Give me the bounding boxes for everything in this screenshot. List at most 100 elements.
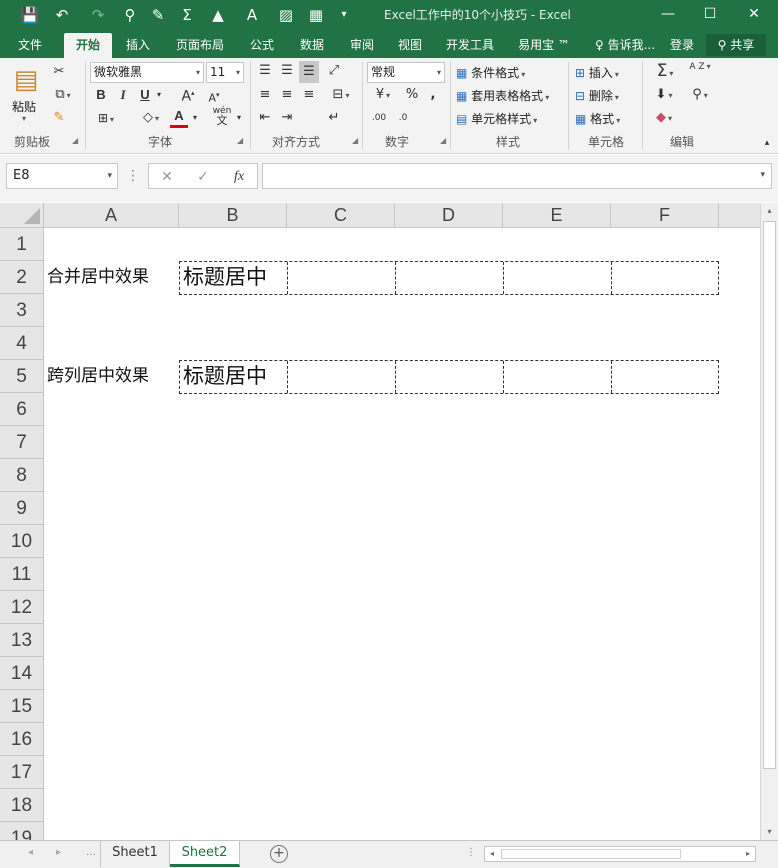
expand-formula-icon[interactable]: ▾ bbox=[760, 170, 765, 180]
tab-home[interactable]: 开始 bbox=[64, 33, 112, 58]
collapse-ribbon-icon[interactable]: ▴ bbox=[760, 134, 774, 152]
paste-dropdown-icon[interactable]: ▾ bbox=[22, 114, 26, 123]
row-header-9[interactable]: 9 bbox=[0, 492, 44, 525]
scroll-up-icon[interactable]: ▴ bbox=[761, 203, 778, 219]
cell-b5[interactable]: 标题居中 bbox=[183, 360, 267, 393]
font-launcher-icon[interactable]: ◢ bbox=[237, 136, 243, 145]
align-center-icon[interactable]: ≡ bbox=[278, 86, 296, 104]
column-header-c[interactable]: C bbox=[287, 203, 395, 228]
save-icon[interactable]: 💾 bbox=[18, 4, 42, 26]
row-header-5[interactable]: 5 bbox=[0, 360, 44, 393]
decrease-decimal-button[interactable]: .0 bbox=[392, 109, 414, 127]
cell-a5[interactable]: 跨列居中效果 bbox=[47, 360, 149, 393]
minimize-button[interactable]: — bbox=[648, 0, 688, 30]
vertical-scrollbar[interactable]: ▴ ▾ bbox=[760, 203, 778, 840]
align-left-icon[interactable]: ≡ bbox=[256, 86, 274, 104]
prev-sheet-icon[interactable]: ◂ bbox=[28, 847, 33, 858]
row-header-4[interactable]: 4 bbox=[0, 327, 44, 360]
font-name-select[interactable]: 微软雅黑 ▾ bbox=[90, 62, 204, 83]
italic-button[interactable]: I bbox=[116, 86, 130, 104]
delete-cells-button[interactable]: ⊟ 删除 ▾ bbox=[575, 87, 619, 104]
tab-insert[interactable]: 插入 bbox=[116, 33, 160, 58]
decrease-indent-icon[interactable]: ⇤ bbox=[256, 109, 274, 127]
underline-button[interactable]: U bbox=[138, 86, 152, 104]
row-header-8[interactable]: 8 bbox=[0, 459, 44, 492]
column-header-b[interactable]: B bbox=[179, 203, 287, 228]
column-header-g[interactable] bbox=[719, 203, 760, 228]
row-header-2[interactable]: 2 bbox=[0, 261, 44, 294]
align-middle-icon[interactable]: ☰ bbox=[278, 62, 296, 80]
autosum-icon[interactable]: Σ bbox=[175, 4, 199, 26]
row-header-3[interactable]: 3 bbox=[0, 294, 44, 327]
cancel-entry-icon[interactable]: ✕ bbox=[155, 164, 179, 190]
tab-review[interactable]: 审阅 bbox=[340, 33, 384, 58]
row-header-13[interactable]: 13 bbox=[0, 624, 44, 657]
confirm-entry-icon[interactable]: ✓ bbox=[191, 164, 215, 190]
column-header-e[interactable]: E bbox=[503, 203, 611, 228]
underline-dropdown-icon[interactable]: ▾ bbox=[154, 86, 164, 104]
table-format-button[interactable]: ▦ 套用表格格式 ▾ bbox=[456, 87, 549, 104]
cell-a2[interactable]: 合并居中效果 bbox=[47, 261, 149, 294]
merge-center-icon[interactable]: ⊟ ▾ bbox=[324, 86, 358, 105]
paste-button[interactable]: 粘贴 bbox=[12, 98, 36, 115]
format-cells-button[interactable]: ▦ 格式 ▾ bbox=[575, 110, 620, 127]
tell-me-box[interactable]: ♀ 告诉我... bbox=[590, 33, 660, 58]
clipboard-launcher-icon[interactable]: ◢ bbox=[72, 136, 78, 145]
tab-view[interactable]: 视图 bbox=[388, 33, 432, 58]
tab-easy-use[interactable]: 易用宝 ™ bbox=[512, 33, 576, 58]
autosum-button[interactable]: Σ ▾ bbox=[648, 62, 682, 83]
login-link[interactable]: 登录 bbox=[664, 33, 700, 58]
cell-styles-button[interactable]: ▤ 单元格样式 ▾ bbox=[456, 110, 537, 127]
tab-data[interactable]: 数据 bbox=[290, 33, 334, 58]
redo-icon[interactable]: ↷ bbox=[86, 4, 110, 26]
orientation-icon[interactable]: ⤢ bbox=[324, 62, 344, 80]
scroll-right-icon[interactable]: ▸ bbox=[741, 847, 755, 861]
increase-decimal-button[interactable]: .00 bbox=[368, 109, 390, 127]
fill-color-icon[interactable]: ▲ bbox=[206, 4, 230, 26]
tab-file[interactable]: 文件 bbox=[8, 33, 52, 58]
row-header-1[interactable]: 1 bbox=[0, 228, 44, 261]
formula-input[interactable]: ▾ bbox=[262, 163, 772, 189]
align-right-icon[interactable]: ≡ bbox=[300, 86, 318, 104]
restore-button[interactable]: ☐ bbox=[690, 0, 730, 30]
font-color-icon[interactable]: A bbox=[240, 4, 264, 26]
row-header-7[interactable]: 7 bbox=[0, 426, 44, 459]
next-sheet-icon[interactable]: ▸ bbox=[56, 847, 61, 858]
row-header-16[interactable]: 16 bbox=[0, 723, 44, 756]
font-size-select[interactable]: 11 ▾ bbox=[206, 62, 244, 83]
undo-icon[interactable]: ↶ bbox=[50, 4, 74, 26]
number-format-select[interactable]: 常规 ▾ bbox=[367, 62, 445, 83]
row-header-11[interactable]: 11 bbox=[0, 558, 44, 591]
insert-function-button[interactable]: fx bbox=[227, 164, 251, 190]
tab-formulas[interactable]: 公式 bbox=[240, 33, 284, 58]
tab-developer[interactable]: 开发工具 bbox=[440, 33, 500, 58]
wrap-text-icon[interactable]: ↵ bbox=[324, 109, 344, 127]
phonetic-dropdown-icon[interactable]: ▾ bbox=[234, 109, 244, 127]
find-select-icon[interactable]: ⚲ ▾ bbox=[686, 86, 714, 105]
scroll-left-icon[interactable]: ◂ bbox=[485, 847, 499, 861]
share-button[interactable]: ⚲ 共享 bbox=[706, 34, 766, 56]
row-header-12[interactable]: 12 bbox=[0, 591, 44, 624]
name-box[interactable]: E8 ▾ bbox=[6, 163, 118, 189]
align-bottom-icon[interactable]: ☰ bbox=[299, 61, 319, 83]
phonetic-guide-button[interactable]: wén 文 bbox=[212, 106, 232, 127]
sheet-tab-sheet1[interactable]: Sheet1 bbox=[100, 841, 170, 867]
comma-button[interactable]: , bbox=[426, 86, 440, 104]
vertical-scroll-thumb[interactable] bbox=[763, 221, 776, 769]
horizontal-scrollbar[interactable]: ◂ ▸ bbox=[484, 846, 756, 862]
row-header-15[interactable]: 15 bbox=[0, 690, 44, 723]
increase-indent-icon[interactable]: ⇥ bbox=[278, 109, 296, 127]
image-icon[interactable]: ▨ bbox=[274, 4, 298, 26]
bold-button[interactable]: B bbox=[94, 86, 108, 104]
number-launcher-icon[interactable]: ◢ bbox=[440, 136, 446, 145]
borders-icon[interactable]: ⊞ ▾ bbox=[94, 109, 118, 129]
copy-icon[interactable]: ⧉ ▾ bbox=[50, 86, 76, 105]
sheet-tab-sheet2[interactable]: Sheet2 bbox=[170, 841, 240, 867]
format-painter-icon[interactable]: ✎ bbox=[146, 4, 170, 26]
currency-icon[interactable]: ¥ ▾ bbox=[368, 86, 398, 105]
column-header-d[interactable]: D bbox=[395, 203, 503, 228]
font-color-button[interactable]: A bbox=[170, 107, 188, 128]
alignment-launcher-icon[interactable]: ◢ bbox=[352, 136, 358, 145]
clear-icon[interactable]: ◆ ▾ bbox=[650, 109, 678, 128]
fill-down-icon[interactable]: ⬇ ▾ bbox=[650, 86, 678, 105]
